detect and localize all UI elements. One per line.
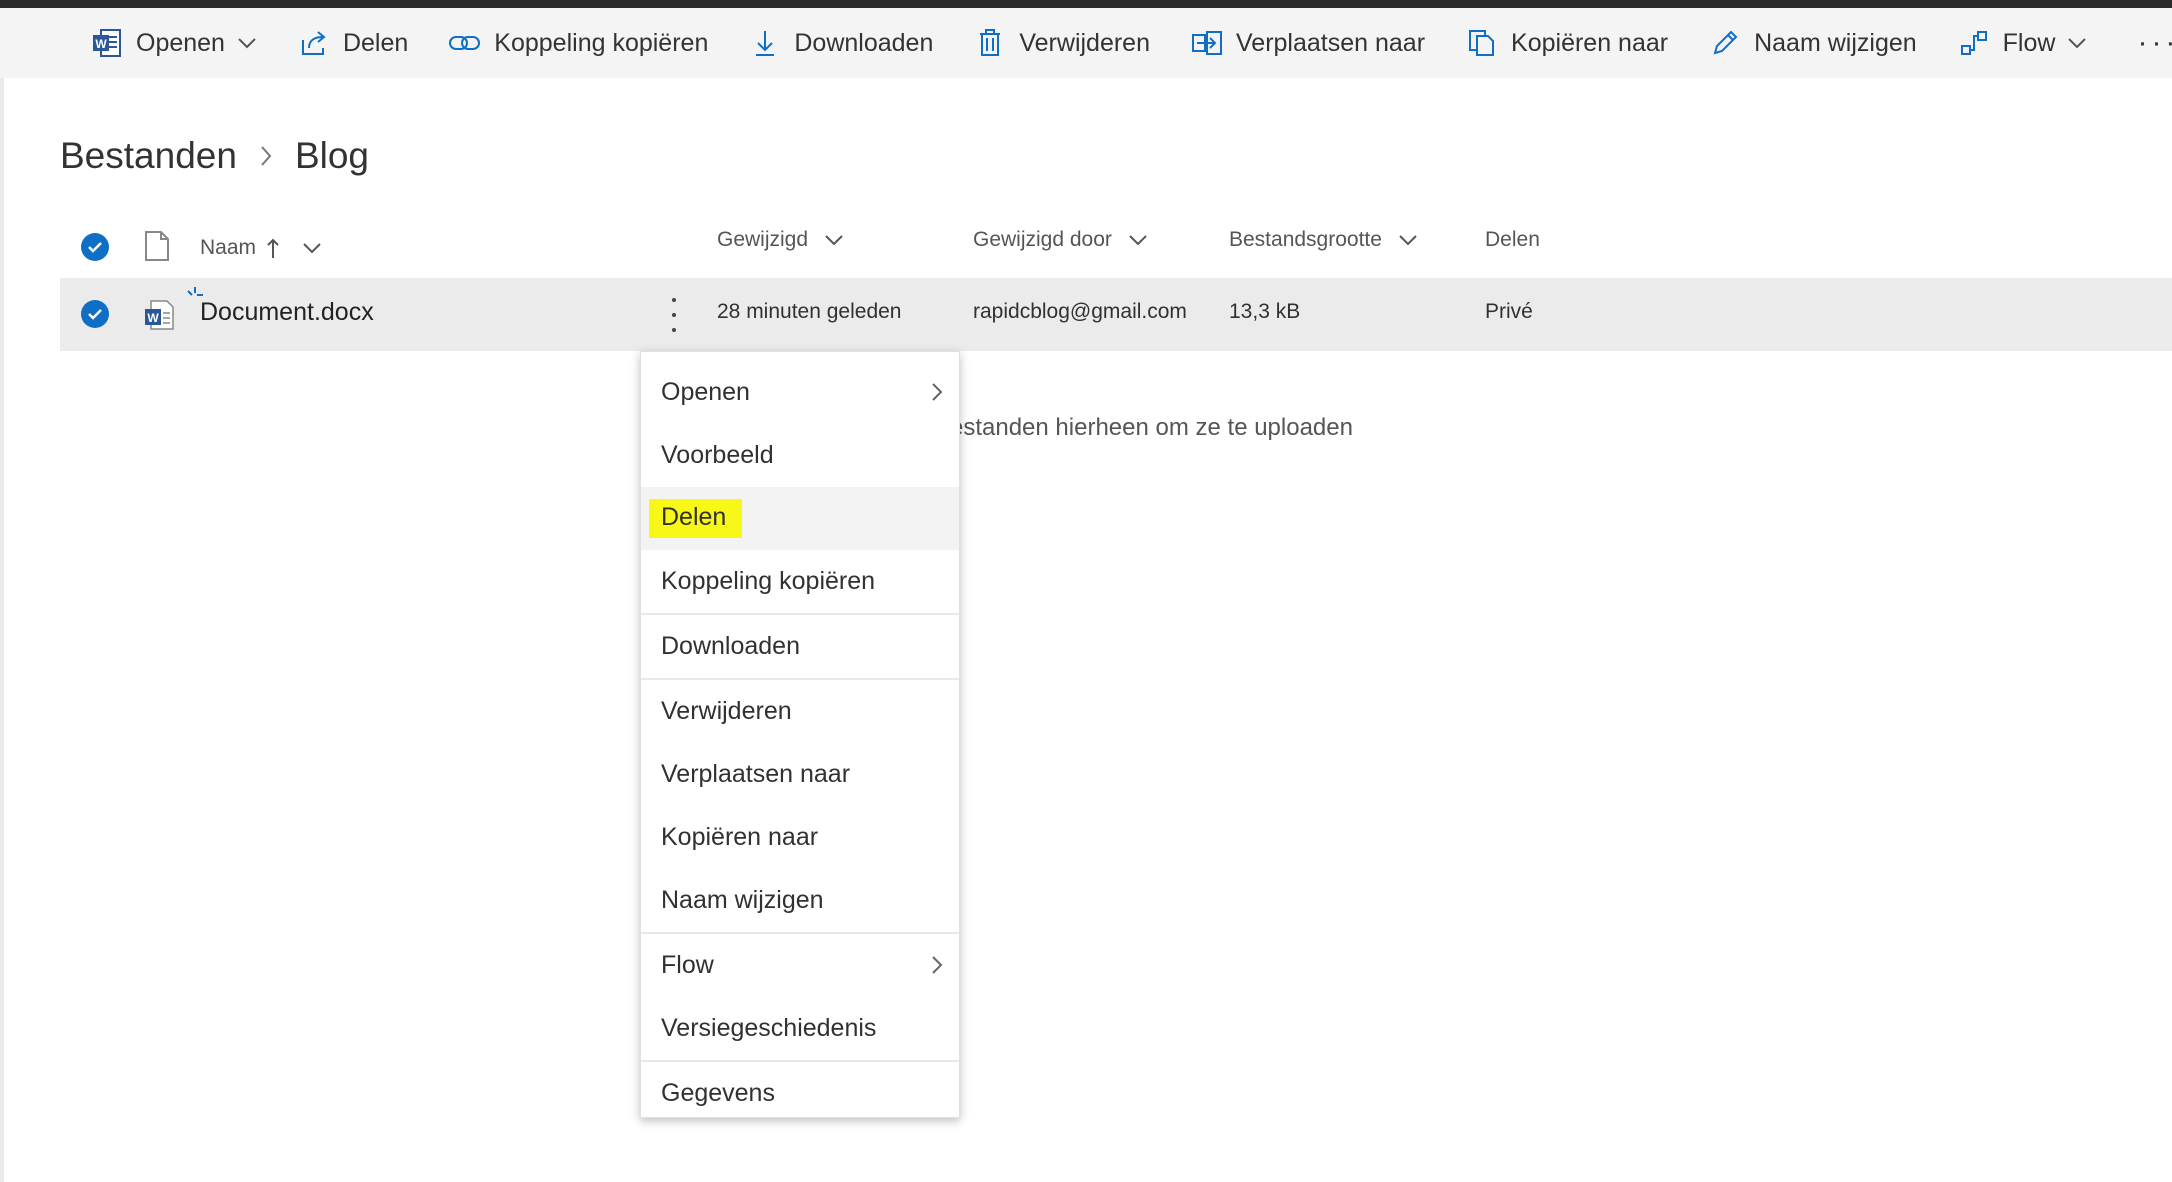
copy-to-label: Kopiëren naar [1511,28,1669,57]
column-size-label: Bestandsgrootte [1229,228,1382,251]
file-modified: 28 minuten geleden [717,300,902,323]
chevron-down-icon [824,234,844,246]
copy-icon [1465,26,1499,60]
breadcrumb-root[interactable]: Bestanden [60,135,237,177]
context-menu: Openen Voorbeeld Delen Koppeling kopiëre… [640,351,960,1118]
menu-item-move-to[interactable]: Verplaatsen naar [641,743,959,806]
file-type-icon[interactable] [143,230,171,267]
column-header-modified[interactable]: Gewijzigd [717,228,844,252]
menu-item-copy-link[interactable]: Koppeling kopiëren [641,550,959,613]
menu-item-label: Versiegeschiedenis [661,1014,877,1042]
menu-item-label: Verplaatsen naar [661,760,851,788]
file-size: 13,3 kB [1229,300,1301,323]
menu-item-preview[interactable]: Voorbeeld [641,424,959,487]
svg-text:W: W [147,311,159,325]
copy-link-label: Koppeling kopiëren [494,28,709,57]
menu-item-open[interactable]: Openen [641,361,959,424]
checkmark-icon [88,242,102,253]
link-icon [448,26,482,60]
rename-label: Naam wijzigen [1754,28,1917,57]
column-modified-by-label: Gewijzigd door [973,228,1112,251]
menu-item-copy-to[interactable]: Kopiëren naar [641,806,959,869]
drop-files-message: estanden hierheen om ze te uploaden [950,414,1353,441]
download-icon [748,26,782,60]
menu-item-delete[interactable]: Verwijderen [641,680,959,743]
more-options-button[interactable]: ··· [2117,8,2172,78]
command-bar: W Openen Delen Koppeling kopiëren Downlo… [0,8,2172,78]
menu-item-flow[interactable]: Flow [641,934,959,997]
dot [672,313,676,317]
menu-item-label: Openen [661,378,750,406]
copy-link-button[interactable]: Koppeling kopiëren [428,8,728,78]
share-icon [297,26,331,60]
share-button[interactable]: Delen [277,8,428,78]
menu-item-label: Koppeling kopiëren [661,567,876,595]
menu-item-details[interactable]: Gegevens [641,1062,959,1125]
menu-item-label: Gegevens [661,1079,775,1107]
menu-item-version-history[interactable]: Versiegeschiedenis [641,997,959,1060]
column-header-modified-by[interactable]: Gewijzigd door [973,228,1148,252]
column-modified-label: Gewijzigd [717,228,809,251]
menu-item-label: Kopiëren naar [661,823,819,851]
menu-item-rename[interactable]: Naam wijzigen [641,869,959,932]
chevron-down-icon [237,37,257,49]
svg-text:W: W [95,37,107,51]
menu-item-share[interactable]: Delen [641,487,959,550]
file-name-link[interactable]: Document.docx [200,298,374,327]
move-to-button[interactable]: Verplaatsen naar [1170,8,1445,78]
trash-icon [973,26,1007,60]
move-to-label: Verplaatsen naar [1236,28,1426,57]
row-checkbox[interactable] [81,300,109,328]
delete-label: Verwijderen [1019,28,1150,57]
breadcrumb-current: Blog [294,135,369,176]
chevron-right-icon [931,381,943,403]
chevron-right-icon [259,144,273,168]
move-icon [1190,26,1224,60]
more-icon: ··· [2137,26,2172,59]
menu-item-label: Naam wijzigen [661,886,824,914]
left-border [0,78,4,1182]
checkmark-icon [88,309,102,320]
chevron-down-icon [2067,37,2087,49]
open-label: Openen [136,28,225,57]
delete-button[interactable]: Verwijderen [953,8,1170,78]
word-icon: W [90,26,124,60]
flow-button[interactable]: Flow [1937,8,2108,78]
file-modified-by: rapidcblog@gmail.com [973,300,1187,323]
breadcrumb: Bestanden Blog [60,135,369,177]
column-header-name[interactable]: Naam [200,236,322,260]
rename-button[interactable]: Naam wijzigen [1688,8,1937,78]
download-button[interactable]: Downloaden [728,8,953,78]
top-bar [0,0,2172,8]
chevron-down-icon [1398,234,1418,246]
word-document-icon: W [143,299,175,336]
chevron-down-icon [302,242,322,254]
menu-item-download[interactable]: Downloaden [641,615,959,678]
column-sharing-label: Delen [1485,228,1540,251]
share-label: Delen [342,28,409,57]
pencil-icon [1708,26,1742,60]
dot [672,298,676,302]
menu-item-label: Delen [649,499,743,538]
column-header-sharing[interactable]: Delen [1485,228,1540,252]
column-header-size[interactable]: Bestandsgrootte [1229,228,1418,252]
download-label: Downloaden [794,28,934,57]
menu-item-label: Flow [661,951,714,979]
menu-item-label: Voorbeeld [661,441,774,469]
open-button[interactable]: W Openen [70,8,277,78]
select-all-checkbox[interactable] [81,233,109,261]
flow-icon [1957,26,1991,60]
more-actions-button[interactable] [664,298,684,332]
menu-item-label: Downloaden [661,632,800,660]
chevron-right-icon [931,954,943,976]
file-sharing-status[interactable]: Privé [1485,300,1533,324]
column-name-label: Naam [200,236,257,259]
copy-to-button[interactable]: Kopiëren naar [1445,8,1688,78]
chevron-down-icon [1128,234,1148,246]
flow-label: Flow [2002,28,2056,57]
dot [672,328,676,332]
menu-item-label: Verwijderen [661,697,792,725]
sort-ascending-icon [266,237,280,259]
